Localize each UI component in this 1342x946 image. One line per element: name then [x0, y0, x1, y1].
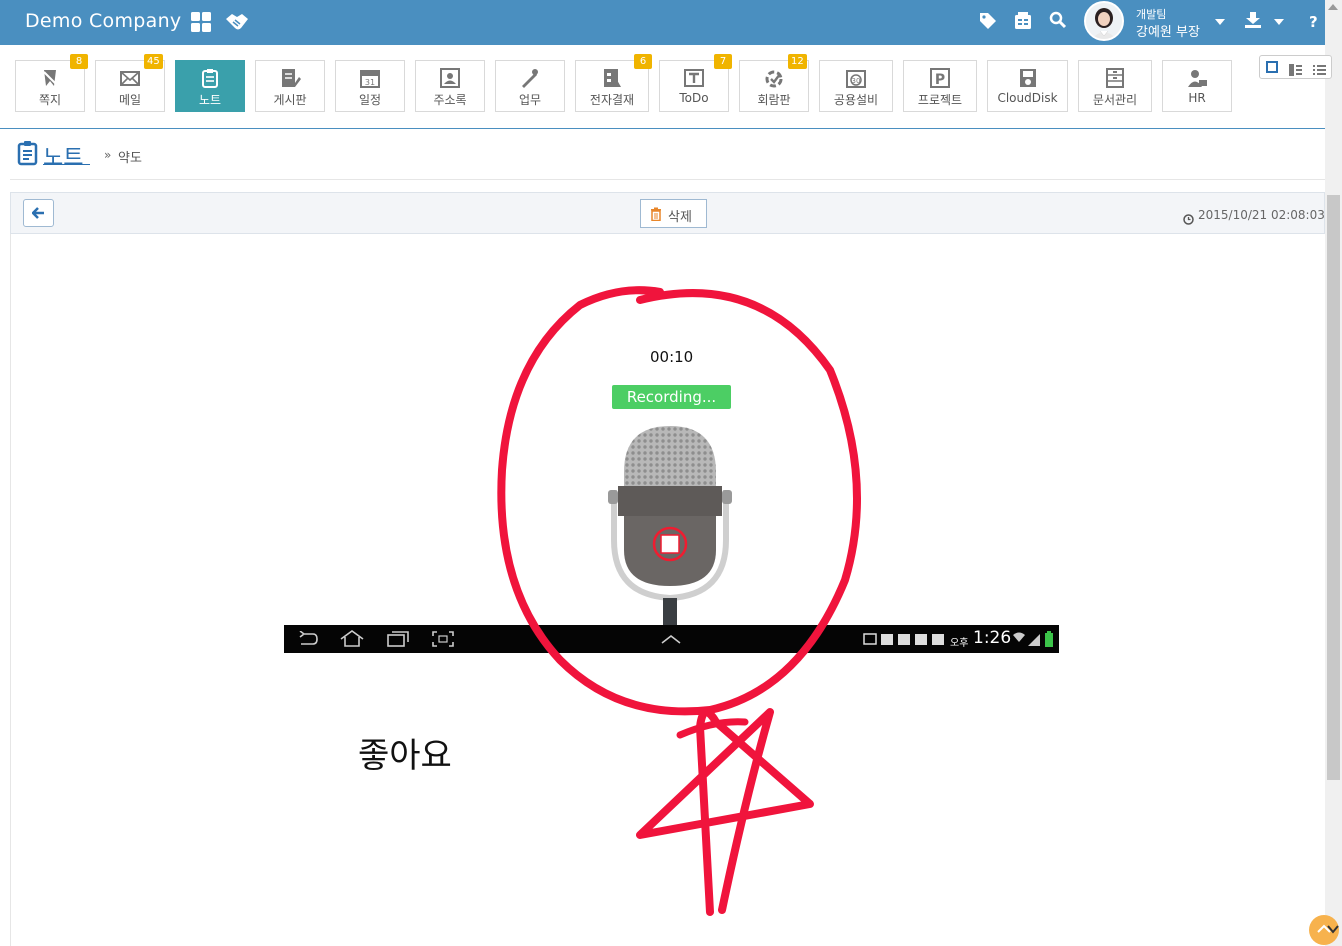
- circular-icon: [763, 67, 785, 89]
- app-label: CloudDisk: [997, 91, 1058, 105]
- app-project-button[interactable]: P 프로젝트: [903, 60, 977, 112]
- task-icon: [519, 67, 541, 89]
- android-clock: 1:26: [973, 628, 1012, 648]
- handshake-icon[interactable]: [224, 11, 248, 35]
- company-brand[interactable]: Demo Company: [25, 10, 181, 32]
- search-icon[interactable]: [1049, 11, 1073, 35]
- help-icon[interactable]: ?: [1309, 13, 1318, 31]
- breadcrumb-separator: »: [104, 148, 112, 162]
- note-icon: [17, 140, 39, 170]
- arrow-left-icon: [32, 207, 44, 219]
- app-label: 회람판: [757, 93, 791, 107]
- app-label: 게시판: [273, 93, 307, 107]
- app-task-button[interactable]: 업무: [495, 60, 565, 112]
- app-docs-button[interactable]: 문서관리: [1078, 60, 1152, 112]
- app-calendar-button[interactable]: 31 일정: [335, 60, 405, 112]
- android-screenshot-icon[interactable]: [432, 631, 454, 647]
- page-title[interactable]: 노트: [43, 140, 83, 172]
- app-label: 공용설비: [833, 93, 879, 107]
- note-text: 좋아요: [358, 736, 452, 776]
- delete-label: 삭제: [668, 210, 692, 225]
- android-notification-icons: [863, 633, 944, 645]
- app-board-button[interactable]: 게시판: [255, 60, 325, 112]
- back-button[interactable]: [23, 199, 54, 227]
- app-label: HR: [1188, 91, 1206, 105]
- project-icon: P: [929, 67, 951, 89]
- fax-icon[interactable]: [1014, 11, 1038, 35]
- trash-icon: [651, 207, 661, 221]
- contacts-icon: [439, 67, 461, 89]
- download-icon[interactable]: [1244, 11, 1268, 35]
- docs-icon: [1104, 67, 1126, 89]
- android-ampm: 오후: [950, 638, 969, 649]
- app-label: 메일: [118, 93, 142, 107]
- android-back-icon[interactable]: [298, 631, 318, 647]
- scrollbar-thumb[interactable]: [1327, 195, 1340, 780]
- app-badge: 6: [634, 54, 652, 69]
- svg-text:31: 31: [365, 78, 375, 87]
- scroll-down-icon[interactable]: [1327, 919, 1339, 938]
- app-label: 전자결재: [589, 93, 635, 107]
- svg-text:P: P: [935, 72, 945, 88]
- android-chevron-up-icon[interactable]: [661, 634, 681, 644]
- view-mode-toggle: [1259, 55, 1332, 79]
- hr-icon: [1186, 67, 1208, 89]
- split-view-icon[interactable]: [1289, 61, 1302, 76]
- single-view-icon[interactable]: [1266, 61, 1278, 73]
- todo-icon: [683, 67, 705, 89]
- avatar[interactable]: [1084, 1, 1124, 41]
- board-icon: [279, 67, 301, 89]
- app-label: 문서관리: [1092, 93, 1138, 107]
- app-hr-button[interactable]: HR: [1162, 60, 1232, 112]
- breadcrumb-current: 약도: [118, 151, 142, 166]
- android-recent-apps-icon[interactable]: [387, 631, 409, 647]
- app-badge: 12: [788, 54, 807, 69]
- app-label: 프로젝트: [917, 93, 963, 107]
- android-status-icons: [1013, 631, 1053, 647]
- android-nav-bar: [284, 625, 1059, 653]
- microphone-icon: [608, 426, 732, 625]
- user-team: 개발팀: [1136, 8, 1167, 21]
- download-menu-chevron-down-icon[interactable]: [1274, 19, 1284, 25]
- app-label: ToDo: [679, 91, 709, 105]
- cloud-icon: [1017, 67, 1039, 89]
- memo-icon: [39, 67, 61, 89]
- app-label: 쪽지: [38, 93, 62, 107]
- recording-status: Recording...: [612, 385, 731, 409]
- app-label: 업무: [518, 93, 542, 107]
- clock-icon: [1183, 210, 1194, 229]
- calendar-icon: 31: [359, 67, 381, 89]
- note-icon: [199, 67, 221, 89]
- user-name[interactable]: 강예원 부장: [1136, 21, 1200, 40]
- grid-icon[interactable]: [190, 11, 214, 35]
- app-label: 주소록: [433, 93, 467, 107]
- recording-timer: 00:10: [650, 348, 694, 366]
- delete-button[interactable]: 삭제: [640, 199, 707, 228]
- svg-text:30: 30: [852, 77, 861, 85]
- app-label: 일정: [358, 93, 382, 107]
- list-view-icon[interactable]: [1313, 61, 1326, 75]
- tag-icon[interactable]: [978, 11, 1002, 35]
- app-contacts-button[interactable]: 주소록: [415, 60, 485, 112]
- facility-icon: 30: [845, 67, 867, 89]
- note-timestamp: 2015/10/21 02:08:03: [1198, 208, 1325, 222]
- app-badge: 8: [70, 54, 88, 69]
- app-facility-button[interactable]: 30 공용설비: [819, 60, 893, 112]
- title-underline: [43, 164, 90, 165]
- scroll-up-icon[interactable]: [1328, 4, 1338, 10]
- toolbar-divider: [0, 128, 1325, 129]
- app-cloud-button[interactable]: CloudDisk: [987, 60, 1068, 112]
- app-badge: 45: [144, 54, 163, 69]
- mail-icon: [119, 67, 141, 89]
- android-home-icon[interactable]: [340, 630, 364, 648]
- breadcrumb-divider: [10, 179, 1325, 180]
- approval-icon: [601, 67, 623, 89]
- user-menu-chevron-down-icon[interactable]: [1215, 19, 1225, 25]
- app-label: 노트: [198, 93, 222, 107]
- app-badge: 7: [714, 54, 732, 69]
- app-note-button[interactable]: 노트: [175, 60, 245, 112]
